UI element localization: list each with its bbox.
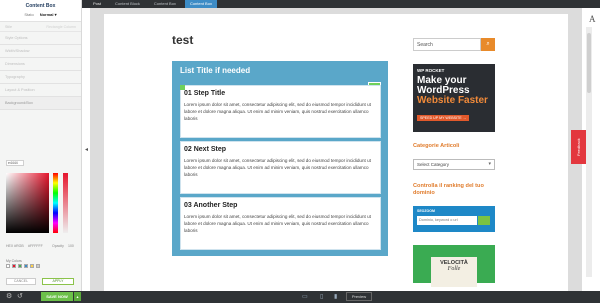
save-options-icon[interactable]: ▴ xyxy=(74,292,81,301)
step-text: Lorem ipsum dolor sit amet, consectetur … xyxy=(184,214,371,233)
feedback-tab[interactable]: Feedback xyxy=(571,130,586,164)
swatch[interactable] xyxy=(6,264,10,268)
state-tabs: Stato Normal ▾ xyxy=(0,12,81,17)
category-select-value: Select Category xyxy=(417,162,450,167)
tablet-view-icon[interactable]: ▯ xyxy=(320,293,323,301)
search-input[interactable]: Search xyxy=(413,38,481,51)
ad-brand: WP ROCKET xyxy=(417,68,445,73)
color-value[interactable]: #FFFFFF xyxy=(28,244,43,248)
seo-logo: SEOZOOM xyxy=(417,209,435,213)
crumb-post[interactable]: Post xyxy=(88,0,106,8)
alpha-slider[interactable] xyxy=(63,173,68,233)
builder-logo-icon: A xyxy=(589,14,596,24)
color-picker-area[interactable] xyxy=(6,173,49,233)
step-card[interactable]: 01 Step Title Lorem ipsum dolor sit amet… xyxy=(180,85,381,138)
step-text: Lorem ipsum dolor sit amet, consectetur … xyxy=(184,158,371,177)
step-card[interactable]: 03 Another Step Lorem ipsum dolor sit am… xyxy=(180,197,381,250)
chevron-down-icon: ▾ xyxy=(488,161,491,167)
hex-mode-label: HEX #RGB xyxy=(6,244,24,248)
undo-icon[interactable]: ↺ xyxy=(17,292,23,302)
swatch[interactable] xyxy=(12,264,16,268)
scroll-thumb[interactable] xyxy=(587,33,591,93)
section-style-options[interactable]: Style Options xyxy=(0,32,81,45)
style-row[interactable]: Stile Rectangle Column xyxy=(0,22,81,32)
color-swatches xyxy=(6,264,40,268)
section-layout-position[interactable]: Layout & Position xyxy=(0,84,81,97)
breadcrumb: Post Content Block Content Box Content B… xyxy=(82,0,600,8)
step-card[interactable]: 02 Next Step Lorem ipsum dolor sit amet,… xyxy=(180,141,381,194)
my-colors-label: My Colors xyxy=(6,259,22,263)
book-banner[interactable]: VELOCITÀ Folle xyxy=(413,245,495,287)
tab-normal[interactable]: Normal ▾ xyxy=(40,12,57,17)
style-value[interactable]: Rectangle Column xyxy=(46,25,76,29)
save-button[interactable]: SAVE NOW xyxy=(41,292,73,301)
crumb-content-block[interactable]: Content Block xyxy=(110,0,145,8)
step-marker-icon xyxy=(180,85,185,90)
panel-title: Content Box xyxy=(25,3,56,9)
category-select[interactable]: Select Category ▾ xyxy=(413,159,495,170)
cancel-button[interactable]: CANCEL xyxy=(6,278,36,285)
hex-input[interactable]: e4444 xyxy=(6,160,24,166)
collapse-panel-icon[interactable]: ◂ xyxy=(83,146,90,155)
style-label: Stile xyxy=(5,25,12,29)
step-title: 02 Next Step xyxy=(184,146,227,153)
seo-widget: SEOZOOM Dominio, keyword o url xyxy=(413,206,495,232)
editor-panel: Content Box Stato Normal ▾ Stile Rectang… xyxy=(0,0,82,303)
step-title: 01 Step Title xyxy=(184,90,226,97)
seo-submit-button[interactable] xyxy=(478,216,490,225)
categories-title: Categorie Articoli xyxy=(413,143,460,149)
swatch[interactable] xyxy=(36,264,40,268)
content-box[interactable]: List Title if needed 01 Step Title Lorem… xyxy=(172,61,388,256)
book-cover: VELOCITÀ Folle xyxy=(431,257,477,287)
domain-input[interactable]: Dominio, keyword o url xyxy=(417,216,477,225)
page-title: test xyxy=(172,33,194,47)
ranking-title: Controlla il ranking del tuo dominio xyxy=(413,183,484,196)
desktop-view-icon[interactable]: ▭ xyxy=(302,293,308,301)
ad-headline-3: Website Faster xyxy=(417,95,488,106)
crumb-content-box[interactable]: Content Box xyxy=(149,0,181,8)
section-dimensions[interactable]: Dimensions xyxy=(0,58,81,71)
ad-cta-button[interactable]: SPEED UP MY WEBSITE → xyxy=(417,115,470,121)
tab-state[interactable]: Stato xyxy=(24,12,33,17)
book-title-2: Folle xyxy=(447,266,461,272)
crumb-content-box-active[interactable]: Content Box xyxy=(184,0,217,8)
apply-button[interactable]: APPLY xyxy=(42,278,74,285)
step-text: Lorem ipsum dolor sit amet, consectetur … xyxy=(184,102,371,121)
settings-icon[interactable]: ⚙ xyxy=(6,292,12,302)
step-title: 03 Another Step xyxy=(184,202,238,209)
swatch[interactable] xyxy=(18,264,22,268)
section-background-box[interactable]: Background/Box xyxy=(0,97,81,110)
search-icon[interactable]: ⌕ xyxy=(481,38,495,51)
preview-button[interactable]: Preview xyxy=(346,292,372,301)
opacity-label: Opacity xyxy=(52,244,64,248)
swatch[interactable] xyxy=(30,264,34,268)
mobile-view-icon[interactable]: ▮ xyxy=(334,293,337,301)
panel-header: Content Box Stato Normal ▾ xyxy=(0,0,81,22)
hue-slider[interactable] xyxy=(53,173,58,233)
section-typography[interactable]: Typography xyxy=(0,71,81,84)
section-width-shadow[interactable]: Width/Shadow xyxy=(0,45,81,58)
bottom-toolbar: ⚙ ↺ SAVE NOW ▴ ▭ ▯ ▮ Preview xyxy=(0,291,600,303)
opacity-value[interactable]: 100 xyxy=(68,244,74,248)
canvas-scrollbar[interactable] xyxy=(586,27,592,277)
swatch[interactable] xyxy=(24,264,28,268)
ad-banner[interactable]: WP ROCKET Make your WordPress Website Fa… xyxy=(413,64,495,132)
box-title: List Title if needed xyxy=(180,66,251,75)
